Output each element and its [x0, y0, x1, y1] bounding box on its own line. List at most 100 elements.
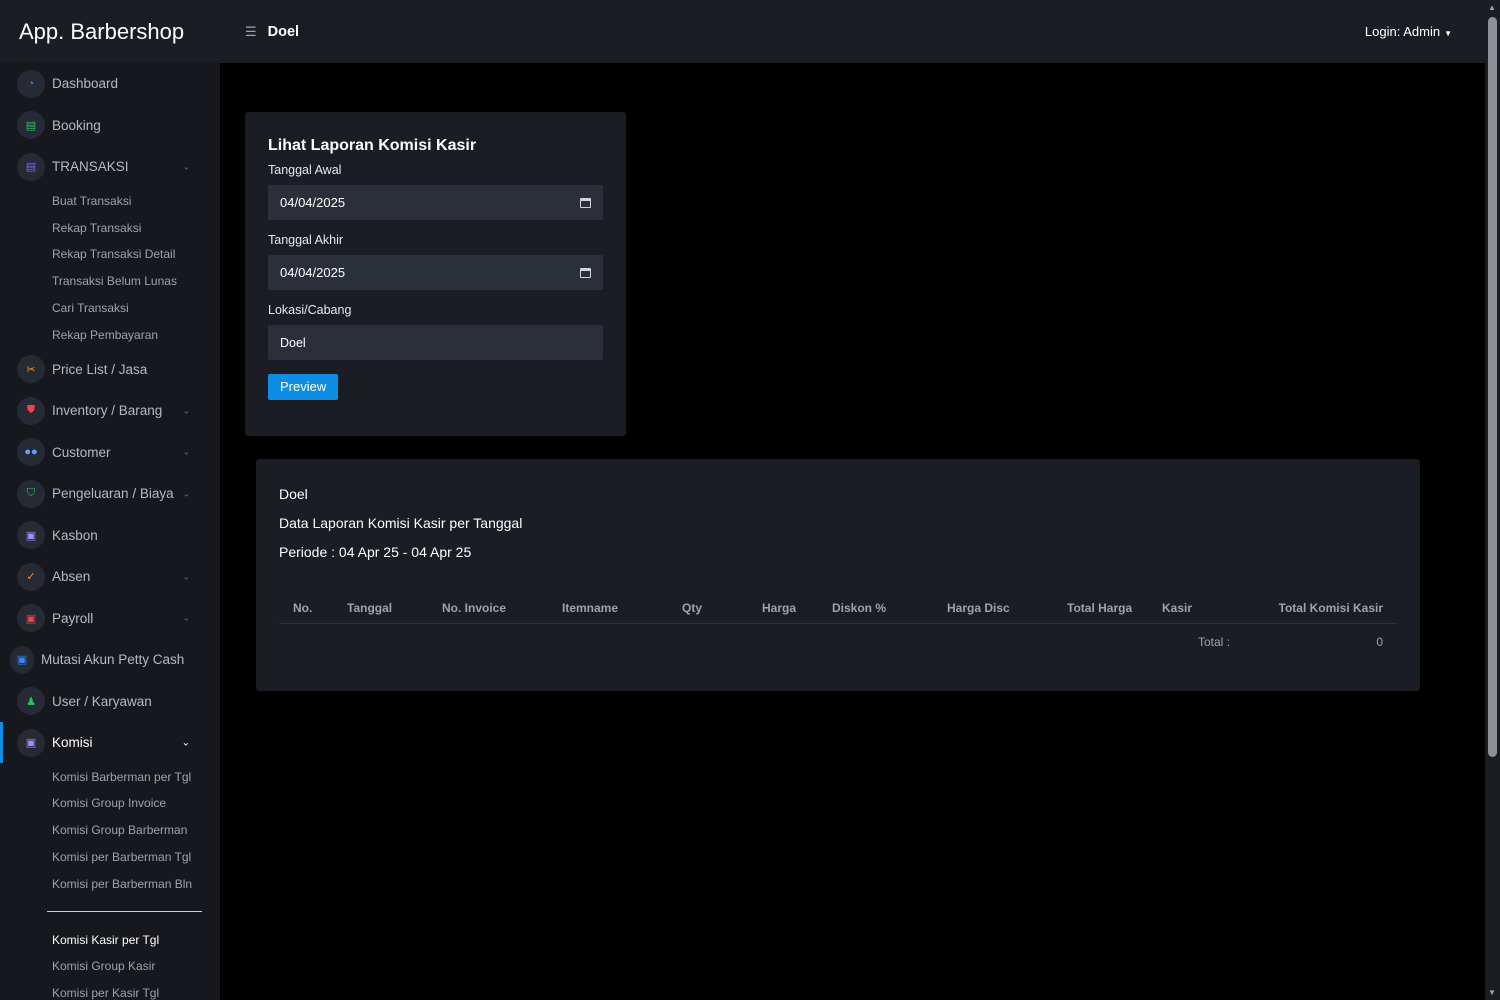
- col-harga-disc: Harga Disc: [941, 593, 1061, 624]
- submenu-item[interactable]: Komisi per Barberman Tgl: [0, 844, 220, 871]
- submenu-item[interactable]: Transaksi Belum Lunas: [0, 268, 220, 295]
- col-harga: Harga: [756, 593, 826, 624]
- report-filter-form: Lihat Laporan Komisi Kasir Tanggal Awal …: [245, 112, 626, 436]
- location-label: Lokasi/Cabang: [268, 303, 352, 317]
- calendar-icon[interactable]: [580, 267, 591, 278]
- sidebar-item-label: Komisi: [52, 735, 93, 751]
- sidebar-item-label: Booking: [52, 117, 101, 133]
- scissors-icon: ✂: [17, 355, 45, 384]
- submenu-item[interactable]: Rekap Transaksi Detail: [0, 241, 220, 268]
- table-total-row: Total : 0: [279, 623, 1397, 661]
- sidebar-item-mutasi[interactable]: ▣ Mutasi Akun Petty Cash: [0, 639, 220, 681]
- sidebar-item-komisi[interactable]: ▣ Komisi ⌄: [0, 721, 220, 764]
- sidebar-item-pengeluaran[interactable]: ⛉ Pengeluaran / Biaya ⌄: [0, 473, 220, 515]
- shield-icon: ⛊: [17, 396, 45, 425]
- submenu-item[interactable]: Komisi per Barberman Bln: [0, 870, 220, 897]
- submenu-item[interactable]: Cari Transaksi: [0, 295, 220, 322]
- sidebar-item-booking[interactable]: ▤ Booking: [0, 105, 220, 147]
- receipt-icon: ▤: [17, 152, 45, 181]
- chevron-down-icon: ⌄: [182, 488, 190, 499]
- end-date-value: 04/04/2025: [280, 265, 346, 280]
- end-date-input[interactable]: 04/04/2025: [268, 255, 603, 290]
- user-icon: ♟: [17, 687, 45, 716]
- total-value: 0: [1376, 635, 1383, 650]
- sidebar: App. Barbershop ◔ Dashboard ▤ Booking ▤ …: [0, 0, 220, 1000]
- submenu-item[interactable]: Komisi per Kasir Tgl: [0, 980, 220, 1000]
- document-icon: ▤: [17, 111, 45, 140]
- sidebar-item-label: Customer: [52, 444, 111, 460]
- chevron-down-icon: ⌄: [182, 612, 190, 623]
- report-heading: Data Laporan Komisi Kasir per Tanggal: [279, 515, 523, 531]
- users-icon: ●●: [17, 438, 45, 467]
- transaksi-submenu: Buat Transaksi Rekap Transaksi Rekap Tra…: [0, 188, 220, 349]
- submenu-item[interactable]: Buat Transaksi: [0, 188, 220, 215]
- end-date-label: Tanggal Akhir: [268, 233, 344, 247]
- start-date-value: 04/04/2025: [280, 195, 346, 210]
- menu-toggle-icon[interactable]: ☰: [245, 24, 257, 40]
- col-itemname: Itemname: [556, 593, 676, 624]
- sidebar-menu: ◔ Dashboard ▤ Booking ▤ TRANSAKSI ⌄: [0, 63, 220, 188]
- breadcrumb: Doel: [267, 23, 300, 40]
- preview-button[interactable]: Preview: [268, 374, 339, 400]
- start-date-input[interactable]: 04/04/2025: [268, 185, 603, 220]
- chevron-down-icon: ⌄: [182, 405, 190, 416]
- table-header-row: No. Tanggal No. Invoice Itemname Qty Har…: [279, 593, 1397, 624]
- sidebar-item-user[interactable]: ♟ User / Karyawan: [0, 680, 220, 722]
- sidebar-item-label: Dashboard: [52, 76, 119, 92]
- chevron-down-icon: ⌄: [181, 737, 190, 749]
- location-select[interactable]: Doel: [268, 325, 603, 360]
- submenu-item-current[interactable]: Komisi Kasir per Tgl: [0, 926, 220, 953]
- komisi-kasir-submenu: Komisi Kasir per Tgl Komisi Group Kasir …: [0, 926, 220, 1000]
- submenu-item[interactable]: Komisi Group Invoice: [0, 790, 220, 817]
- sidebar-item-label: User / Karyawan: [52, 693, 152, 709]
- col-total-komisi-kasir: Total Komisi Kasir: [1236, 593, 1397, 624]
- app-title[interactable]: App. Barbershop: [0, 0, 220, 63]
- submenu-item[interactable]: Rekap Pembayaran: [0, 321, 220, 348]
- scroll-up-icon[interactable]: ▲: [1488, 3, 1496, 12]
- sidebar-item-transaksi[interactable]: ▤ TRANSAKSI ⌄: [0, 146, 220, 188]
- submenu-item[interactable]: Komisi Group Kasir: [0, 953, 220, 980]
- sidebar-item-customer[interactable]: ●● Customer ⌄: [0, 431, 220, 473]
- topbar: ☰ Doel Login: Admin ▼: [220, 0, 1485, 63]
- sidebar-item-label: Absen: [52, 569, 91, 585]
- sidebar-item-kasbon[interactable]: ▣ Kasbon: [0, 514, 220, 556]
- calendar-icon[interactable]: [580, 197, 591, 208]
- col-no-invoice: No. Invoice: [436, 593, 556, 624]
- sidebar-item-label: Payroll: [52, 610, 94, 626]
- shield-check-icon: ⛉: [17, 479, 45, 508]
- scroll-down-icon[interactable]: ▼: [1488, 988, 1496, 997]
- submenu-item[interactable]: Rekap Transaksi: [0, 214, 220, 241]
- sidebar-item-absen[interactable]: ✓ Absen ⌄: [0, 556, 220, 598]
- col-total-harga: Total Harga: [1061, 593, 1156, 624]
- report-table: No. Tanggal No. Invoice Itemname Qty Har…: [279, 593, 1397, 661]
- petty-cash-icon: ▣: [10, 645, 34, 674]
- scroll-thumb[interactable]: [1488, 17, 1497, 757]
- col-tanggal: Tanggal: [341, 593, 436, 624]
- sidebar-item-payroll[interactable]: ▣ Payroll ⌄: [0, 597, 220, 639]
- submenu-item[interactable]: Komisi Group Barberman: [0, 817, 220, 844]
- commission-icon: ▣: [17, 728, 45, 757]
- sidebar-item-label: Price List / Jasa: [52, 361, 148, 377]
- col-kasir: Kasir: [1156, 593, 1236, 624]
- col-no: No.: [279, 593, 341, 624]
- sidebar-item-price-list[interactable]: ✂ Price List / Jasa: [0, 348, 220, 390]
- location-value: Doel: [280, 335, 306, 350]
- page-scrollbar[interactable]: ▲ ▼: [1485, 0, 1500, 1000]
- login-dropdown[interactable]: Login: Admin ▼: [1365, 24, 1452, 39]
- sidebar-item-label: Inventory / Barang: [52, 403, 163, 419]
- chevron-down-icon: ⌄: [182, 446, 190, 457]
- chevron-down-icon: ⌄: [182, 571, 190, 582]
- login-label: Login: Admin: [1364, 24, 1441, 39]
- report-panel: Doel Data Laporan Komisi Kasir per Tangg…: [256, 459, 1420, 691]
- check-icon: ✓: [17, 562, 45, 591]
- sidebar-item-label: Mutasi Akun Petty Cash: [41, 652, 185, 668]
- money-icon: ▣: [17, 521, 45, 550]
- sidebar-item-dashboard[interactable]: ◔ Dashboard: [0, 63, 220, 105]
- col-qty: Qty: [676, 593, 756, 624]
- submenu-item[interactable]: Komisi Barberman per Tgl: [0, 763, 220, 790]
- sidebar-item-inventory[interactable]: ⛊ Inventory / Barang ⌄: [0, 390, 220, 432]
- col-diskon: Diskon %: [826, 593, 941, 624]
- komisi-submenu: Komisi Barberman per Tgl Komisi Group In…: [0, 763, 220, 897]
- form-title: Lihat Laporan Komisi Kasir: [268, 137, 477, 154]
- sidebar-item-label: TRANSAKSI: [52, 159, 129, 175]
